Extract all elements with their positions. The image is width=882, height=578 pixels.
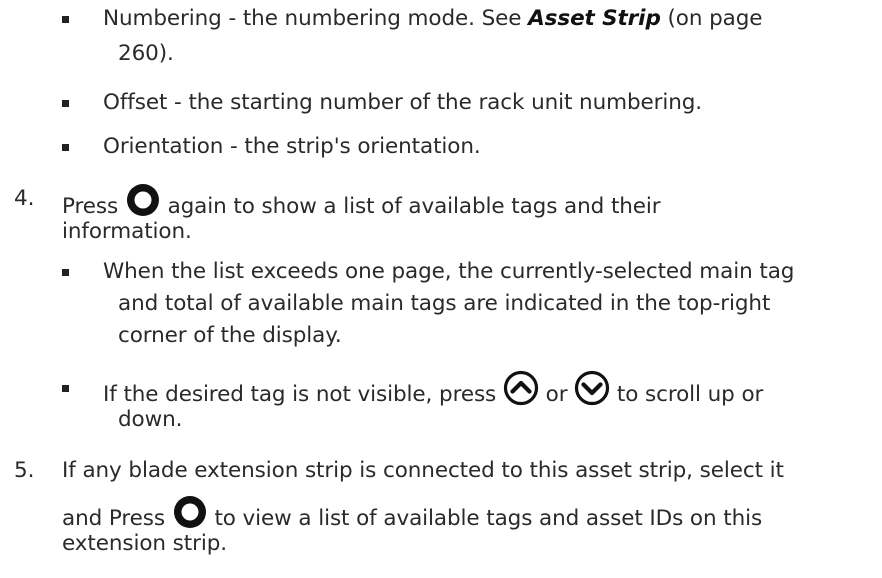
bullet-marker	[62, 385, 69, 392]
bullet-orientation: Orientation - the strip's orientation.	[103, 134, 481, 159]
bullet-marker	[62, 144, 69, 151]
bullet-numbering: Numbering - the numbering mode. See Asse…	[103, 6, 763, 31]
bullet-list-exceeds-line3: corner of the display.	[118, 323, 342, 348]
step-5-line3: extension strip.	[62, 531, 227, 556]
bullet-marker	[62, 100, 69, 107]
bullet-list-exceeds-line2: and total of available main tags are ind…	[118, 291, 771, 316]
bullet-scroll-line2: down.	[118, 407, 183, 432]
bullet-offset: Offset - the starting number of the rack…	[103, 90, 703, 115]
asset-strip-link[interactable]: Asset Strip	[528, 6, 661, 31]
bullet-marker	[62, 269, 69, 276]
bullet-marker	[62, 16, 69, 23]
bullet-numbering-line2: 260).	[118, 41, 174, 66]
bullet-list-exceeds: When the list exceeds one page, the curr…	[103, 259, 795, 284]
step-4-line2: information.	[62, 219, 192, 244]
step-number: 5.	[14, 458, 35, 483]
bullet-scroll: If the desired tag is not visible, press…	[103, 370, 763, 417]
step-number: 4.	[14, 186, 35, 211]
step-5-text: If any blade extension strip is connecte…	[62, 458, 784, 483]
down-arrow-button-icon	[574, 370, 610, 414]
up-arrow-button-icon	[503, 370, 539, 414]
